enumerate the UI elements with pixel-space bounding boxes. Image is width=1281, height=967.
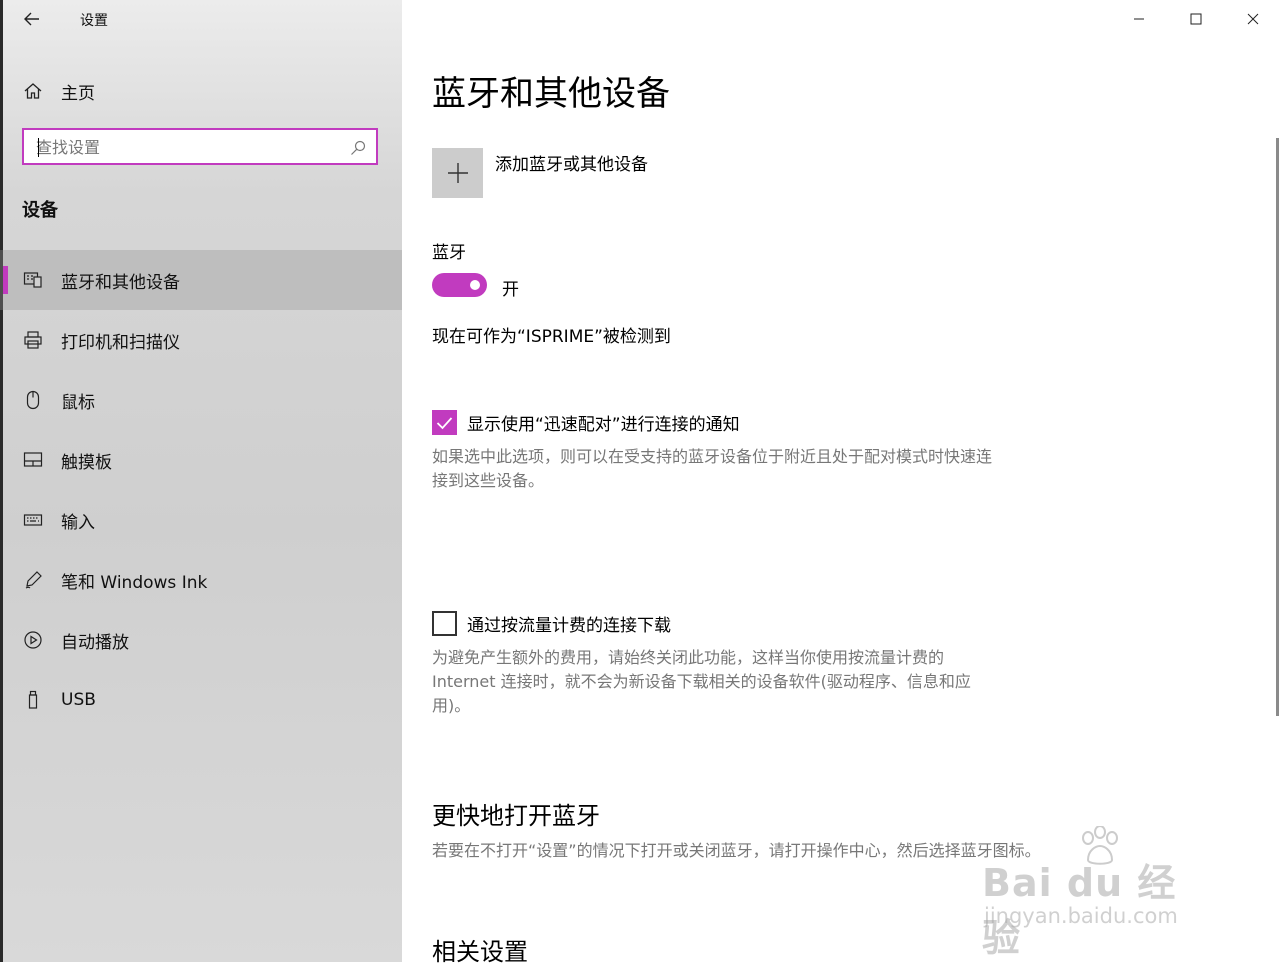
- search-box[interactable]: [22, 128, 378, 165]
- sidebar-item-home[interactable]: 主页: [0, 70, 402, 112]
- bluetooth-devices-icon: [22, 269, 44, 291]
- touchpad-icon: [22, 449, 44, 471]
- sidebar-item-label: 打印机和扫描仪: [61, 332, 180, 353]
- sidebar-item-label: 蓝牙和其他设备: [61, 272, 180, 293]
- bluetooth-state: 开: [502, 280, 519, 300]
- add-device-button[interactable]: [432, 148, 483, 198]
- sidebar-item-printers[interactable]: 打印机和扫描仪: [0, 310, 402, 370]
- bluetooth-label: 蓝牙: [432, 243, 466, 263]
- swift-pair-checkbox[interactable]: [432, 410, 457, 435]
- mouse-icon: [22, 389, 44, 411]
- text-caret: [38, 138, 39, 157]
- sidebar-item-label: 触摸板: [61, 452, 112, 473]
- plus-icon: [447, 163, 468, 183]
- selection-indicator: [3, 266, 8, 294]
- quick-bluetooth-description: 若要在不打开“设置”的情况下打开或关闭蓝牙，请打开操作中心，然后选择蓝牙图标。: [432, 841, 1041, 860]
- home-icon: [22, 80, 44, 102]
- sidebar-item-bluetooth[interactable]: 蓝牙和其他设备: [0, 250, 402, 310]
- quick-bluetooth-heading: 更快地打开蓝牙: [432, 802, 600, 830]
- section-label: 设备: [22, 200, 58, 221]
- metered-label[interactable]: 通过按流量计费的连接下载: [467, 611, 671, 636]
- metered-description: 为避免产生额外的费用，请始终关闭此功能，这样当你使用按流量计费的 Interne…: [432, 648, 971, 715]
- sidebar: 设置 主页 设备 蓝牙和其他设备 打印机和扫描仪: [0, 0, 402, 962]
- main-content: 蓝牙和其他设备 添加蓝牙或其他设备 蓝牙 开 现在可作为“ISPRIME”被检测…: [432, 0, 1252, 966]
- page-title: 蓝牙和其他设备: [432, 74, 670, 114]
- printer-icon: [22, 329, 44, 351]
- usb-icon: [22, 689, 44, 711]
- sidebar-item-label: USB: [61, 690, 96, 710]
- sidebar-item-autoplay[interactable]: 自动播放: [0, 610, 402, 670]
- sidebar-item-usb[interactable]: USB: [0, 670, 402, 730]
- back-arrow-icon: [24, 12, 39, 26]
- sidebar-item-label: 自动播放: [61, 632, 129, 653]
- back-button[interactable]: [18, 6, 46, 32]
- sidebar-item-touchpad[interactable]: 触摸板: [0, 430, 402, 490]
- sidebar-item-label: 输入: [61, 512, 95, 533]
- sidebar-item-label: 主页: [61, 83, 95, 104]
- swift-pair-label[interactable]: 显示使用“迅速配对”进行连接的通知: [467, 410, 740, 435]
- scrollbar[interactable]: [1276, 138, 1279, 716]
- search-icon[interactable]: [350, 140, 366, 156]
- metered-checkbox[interactable]: [432, 611, 457, 636]
- sidebar-item-typing[interactable]: 输入: [0, 490, 402, 550]
- checkmark-icon: [436, 416, 453, 429]
- discoverable-text: 现在可作为“ISPRIME”被检测到: [432, 327, 671, 347]
- search-input[interactable]: [36, 136, 336, 158]
- toggle-knob: [470, 280, 480, 290]
- swift-pair-description: 如果选中此选项，则可以在受支持的蓝牙设备位于附近且处于配对模式时快速连接到这些设…: [432, 447, 993, 490]
- sidebar-item-pen[interactable]: 笔和 Windows Ink: [0, 550, 402, 610]
- keyboard-icon: [22, 509, 44, 531]
- sidebar-item-label: 笔和 Windows Ink: [61, 572, 208, 593]
- bluetooth-toggle[interactable]: [432, 273, 487, 297]
- add-device-label[interactable]: 添加蓝牙或其他设备: [495, 150, 648, 175]
- window-title: 设置: [80, 13, 108, 29]
- pen-icon: [22, 569, 44, 591]
- sidebar-nav: 蓝牙和其他设备 打印机和扫描仪 鼠标 触摸板 输入 笔和 Windows Ink…: [0, 250, 402, 730]
- sidebar-item-mouse[interactable]: 鼠标: [0, 370, 402, 430]
- autoplay-icon: [22, 629, 44, 651]
- sidebar-item-label: 鼠标: [61, 392, 95, 413]
